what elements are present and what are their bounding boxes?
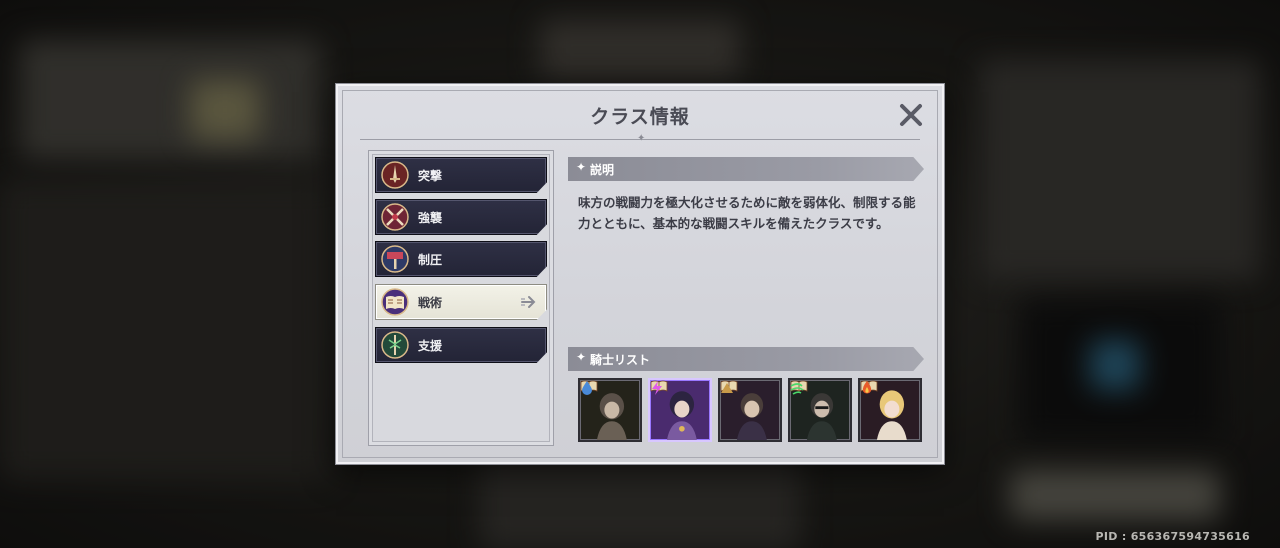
section-title: 騎士リスト [590,353,651,367]
class-button-raid[interactable]: 強襲 [375,199,547,235]
crossed-blades-icon [381,203,409,231]
class-label: 戦術 [418,296,443,310]
description-header: ✦ 説明 [568,157,924,181]
staff-crest-icon [381,331,409,359]
class-list-panel: 突撃 強襲 制圧 戦術 支援 [368,150,554,446]
arrow-right-icon [521,296,536,308]
fire-flame-icon [862,381,872,394]
knight-list-header: ✦ 騎士リスト [568,347,924,371]
player-id: PID : 656367594735616 [1095,530,1250,543]
hammer-crest-icon [381,245,409,273]
class-button-assault[interactable]: 突撃 [375,157,547,193]
knight-portrait[interactable] [648,378,712,442]
water-drop-icon [582,381,592,395]
class-button-tactics[interactable]: 戦術 [375,284,547,320]
sword-crest-icon [381,161,409,189]
open-book-icon [381,288,409,316]
sparkle-icon: ✦ [576,350,587,364]
knight-portrait[interactable] [578,378,642,442]
class-label: 突撃 [418,169,443,183]
knight-portrait[interactable] [718,378,782,442]
close-icon[interactable] [898,102,924,128]
knight-portrait[interactable] [858,378,922,442]
class-label: 強襲 [418,211,443,225]
class-label: 制圧 [418,253,443,267]
wind-swirl-icon [790,383,804,395]
sparkle-icon: ✦ [576,160,587,174]
lightning-icon [652,381,662,395]
section-title: 説明 [590,163,615,177]
knight-portrait[interactable] [788,378,852,442]
earth-pyramid-icon [721,383,733,393]
class-label: 支援 [418,339,443,353]
class-button-support[interactable]: 支援 [375,327,547,363]
divider-ornament-icon: ✦ [637,133,646,144]
class-info-dialog: クラス情報 ✦ 突撃 強襲 制圧 戦術 支援 ✦ 説明 味方の戦闘力を極大化させ… [335,83,945,465]
class-button-suppress[interactable]: 制圧 [375,241,547,277]
dialog-title: クラス情報 [590,106,690,128]
class-description: 味方の戦闘力を極大化させるために敵を弱体化、制限する能力とともに、基本的な戦闘ス… [578,195,916,231]
